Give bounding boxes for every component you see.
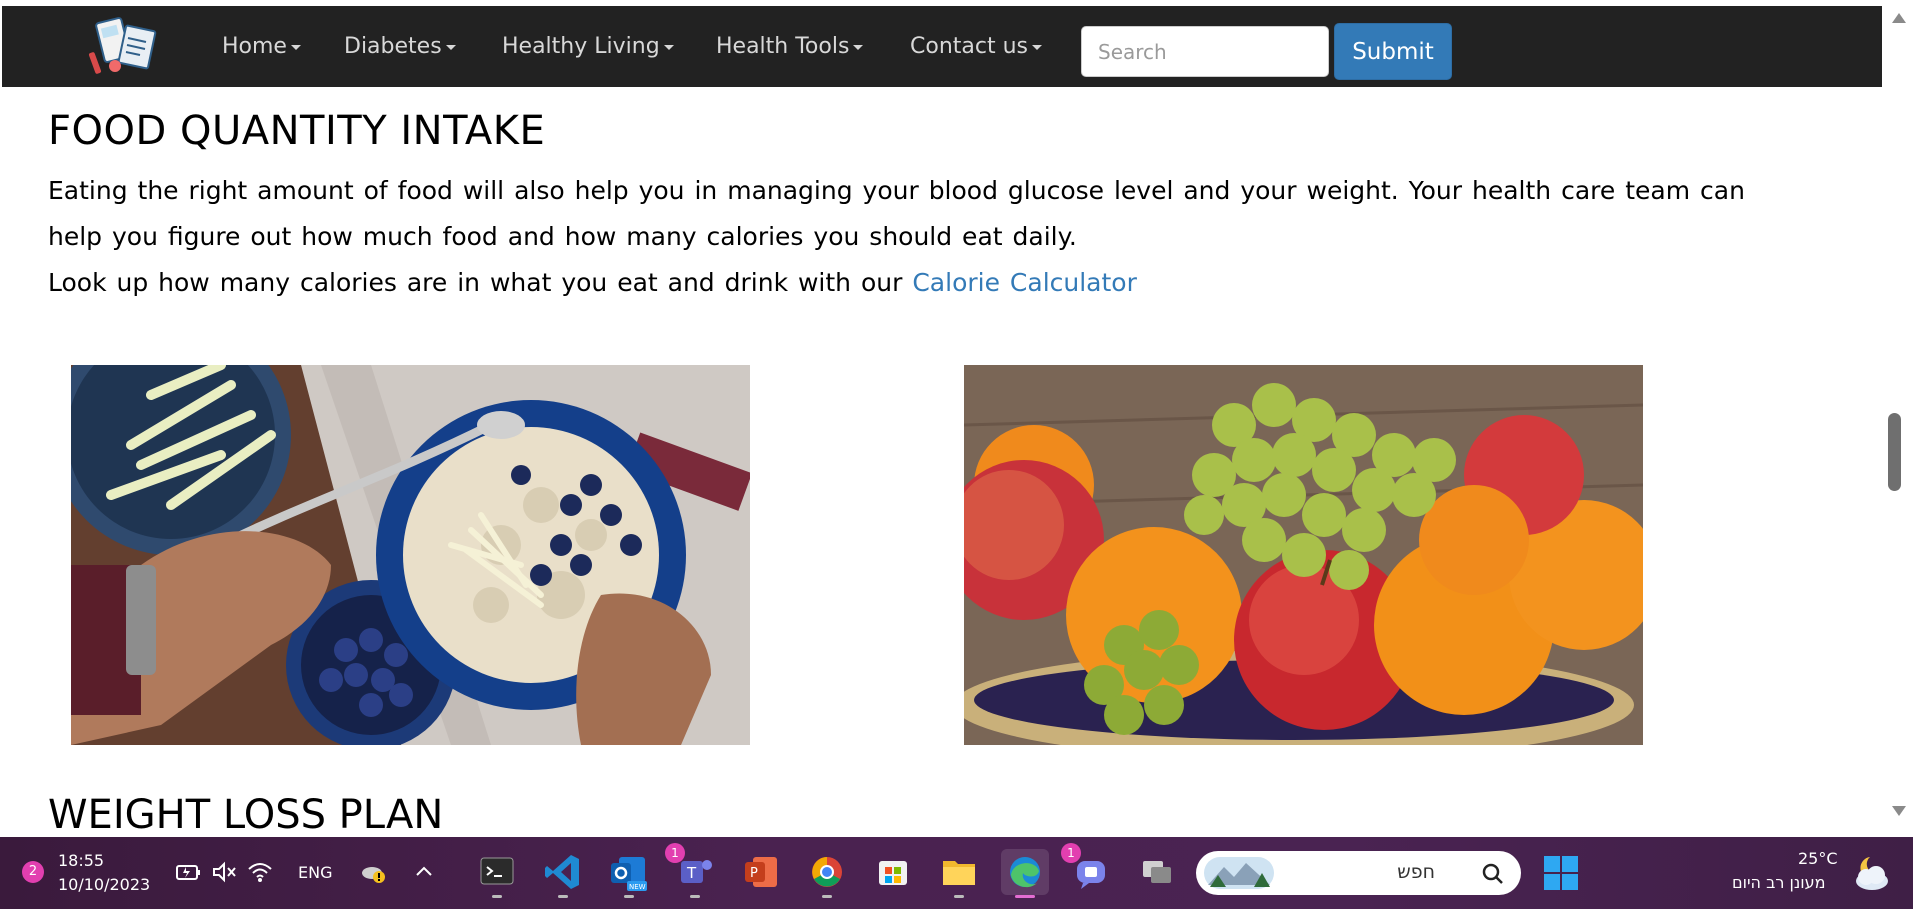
speaker-muted-icon[interactable] [210, 857, 238, 887]
chevron-down-icon [663, 44, 674, 50]
windows-start-icon[interactable] [1541, 853, 1581, 893]
svg-text:T: T [686, 864, 697, 882]
taskbar-search-placeholder: חפש [1397, 861, 1435, 883]
clock-time[interactable]: 18:55 [58, 851, 104, 870]
section-title: WEIGHT LOSS PLAN [48, 792, 444, 837]
chrome-icon[interactable] [803, 849, 851, 898]
chat-badge: 1 [1061, 843, 1081, 863]
paragraph-line: Eating the right amount of food will als… [48, 176, 1745, 205]
nav-item-healthy-living[interactable]: Healthy Living [502, 32, 674, 62]
terminal-icon[interactable] [473, 849, 521, 898]
input-language[interactable]: ENG [298, 863, 332, 882]
nav-item-diabetes[interactable]: Diabetes [344, 32, 456, 62]
teams-icon[interactable]: T 1 [665, 843, 719, 898]
fruit-bowl-image [964, 365, 1643, 745]
section-title: FOOD QUANTITY INTAKE [48, 108, 546, 154]
vscode-icon[interactable] [539, 849, 587, 898]
oatmeal-bowl-image [71, 365, 750, 745]
submit-button[interactable]: Submit [1334, 23, 1452, 80]
wifi-icon[interactable] [246, 857, 274, 887]
edge-icon[interactable] [1001, 849, 1049, 898]
task-view-icon[interactable] [1133, 849, 1181, 895]
nav-item-home[interactable]: Home [222, 32, 301, 62]
outlook-icon[interactable]: NEW [605, 849, 653, 898]
nav-item-health-tools[interactable]: Health Tools [716, 32, 864, 62]
scrollbar-thumb[interactable] [1888, 413, 1901, 491]
top-navbar: Home Diabetes Healthy Living Health Tool… [2, 6, 1882, 87]
partly-cloudy-night-icon[interactable] [1848, 851, 1892, 895]
chevron-down-icon [445, 44, 456, 50]
search-input[interactable] [1081, 26, 1329, 77]
clock-date[interactable]: 10/10/2023 [58, 875, 150, 894]
browser-page: Home Diabetes Healthy Living Health Tool… [0, 0, 1885, 837]
search-highlight-icon [1204, 857, 1274, 889]
battery-icon[interactable] [174, 857, 202, 887]
file-explorer-icon[interactable] [935, 849, 983, 898]
onedrive-warning-icon[interactable] [360, 857, 388, 887]
taskbar: 2 18:55 10/10/2023 ENG NEW T 1 P 1 חפש 2… [0, 837, 1913, 909]
vertical-scrollbar[interactable] [1885, 0, 1913, 837]
weather-temperature[interactable]: 25°C [1798, 849, 1838, 868]
calorie-calculator-link[interactable]: Calorie Calculator [912, 268, 1137, 297]
powerpoint-icon[interactable]: P [737, 849, 785, 895]
taskbar-search-box[interactable]: חפש [1196, 851, 1521, 895]
chat-icon[interactable]: 1 [1061, 843, 1115, 895]
section-paragraph: Eating the right amount of food will als… [48, 168, 1848, 306]
nav-item-contact-us[interactable]: Contact us [910, 32, 1042, 62]
chevron-down-icon [853, 44, 864, 50]
chevron-up-icon[interactable] [410, 857, 438, 887]
svg-text:P: P [750, 866, 758, 881]
notification-badge[interactable]: 2 [22, 861, 44, 883]
weather-description[interactable]: מעונן רב היום [1732, 873, 1825, 892]
teams-badge: 1 [665, 843, 685, 863]
search-icon [1482, 863, 1503, 884]
store-icon[interactable] [869, 849, 917, 895]
paragraph-line: help you figure out how much food and ho… [48, 222, 1077, 251]
scroll-up-arrow-icon[interactable] [1892, 13, 1906, 23]
chevron-down-icon [290, 44, 301, 50]
site-logo[interactable] [88, 16, 164, 80]
svg-text:NEW: NEW [629, 883, 646, 891]
chevron-down-icon [1032, 44, 1042, 50]
paragraph-line: Look up how many calories are in what yo… [48, 260, 1848, 306]
paragraph-text: Look up how many calories are in what yo… [48, 268, 913, 297]
scroll-down-arrow-icon[interactable] [1892, 806, 1906, 816]
